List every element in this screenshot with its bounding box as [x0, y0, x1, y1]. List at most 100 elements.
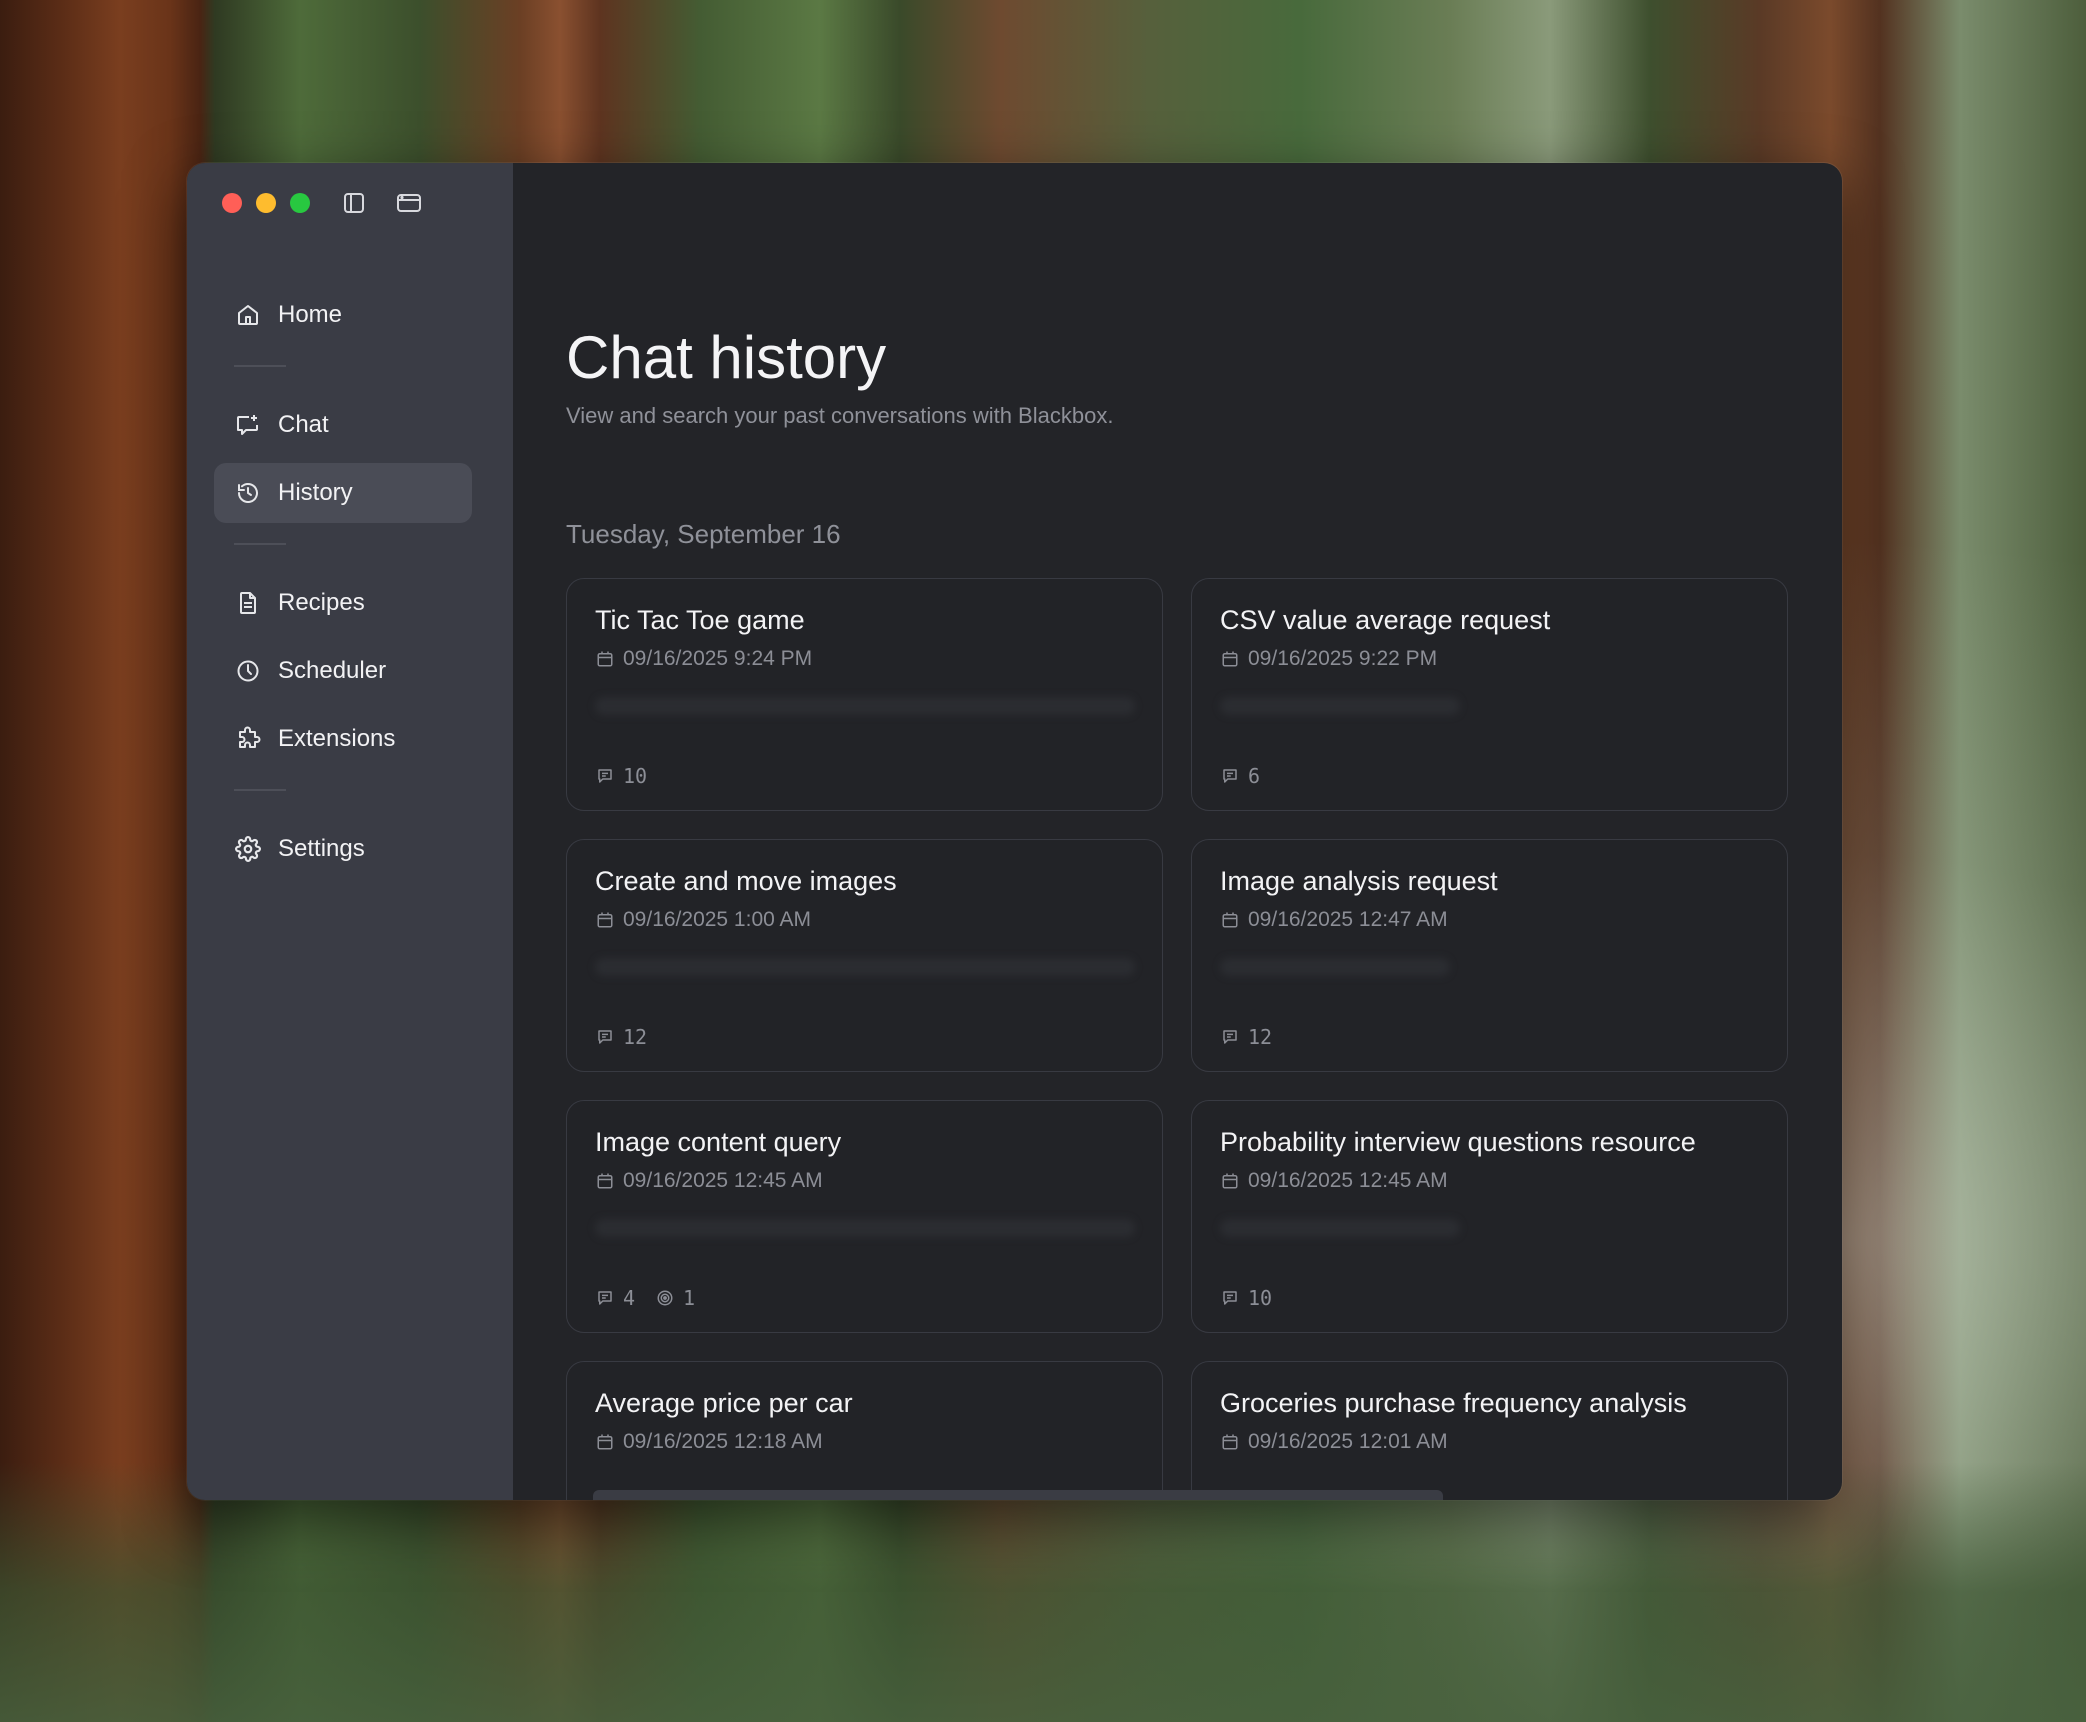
- chat-card-date: 09/16/2025 12:18 AM: [595, 1430, 1134, 1454]
- sidebar-item-label: Home: [278, 301, 343, 328]
- chat-card-preview: [595, 697, 1135, 715]
- sidebar-nav: Home Chat History Recipes Scheduler Exte…: [214, 285, 472, 887]
- chat-card-date: 09/16/2025 12:45 AM: [1220, 1169, 1759, 1193]
- chat-card-meta: 4 1: [595, 1286, 715, 1310]
- tool-count-value: 1: [683, 1286, 696, 1310]
- message-count: 6: [1220, 764, 1260, 788]
- main-content: Chat history View and search your past c…: [513, 163, 1842, 1500]
- chat-card[interactable]: Tic Tac Toe game 09/16/2025 9:24 PM 10: [566, 578, 1163, 811]
- close-window-button[interactable]: [222, 193, 242, 213]
- maximize-window-button[interactable]: [290, 193, 310, 213]
- message-icon: [1220, 766, 1240, 786]
- home-icon: [234, 301, 262, 329]
- sidebar-item-label: Chat: [278, 411, 329, 438]
- chat-card-date: 09/16/2025 12:45 AM: [595, 1169, 1134, 1193]
- chat-card-meta: 12: [1220, 1025, 1292, 1049]
- page-subtitle: View and search your past conversations …: [566, 403, 1114, 428]
- sidebar-item-label: Scheduler: [278, 657, 387, 684]
- horizontal-scrollbar[interactable]: [593, 1490, 1443, 1500]
- puzzle-icon: [234, 725, 262, 753]
- message-count: 12: [595, 1025, 647, 1049]
- chat-card-title: Image content query: [595, 1127, 842, 1157]
- chat-card-preview: [1220, 1219, 1460, 1237]
- message-count-value: 10: [623, 764, 648, 788]
- chat-card-date: 09/16/2025 12:01 AM: [1220, 1430, 1759, 1454]
- sidebar-item-recipes[interactable]: Recipes: [214, 573, 472, 633]
- chat-card[interactable]: Average price per car 09/16/2025 12:18 A…: [566, 1361, 1163, 1500]
- sidebar-divider: [234, 789, 286, 791]
- chat-card[interactable]: Probability interview questions resource…: [1191, 1100, 1788, 1333]
- window-controls: [222, 193, 310, 213]
- target-icon: [655, 1288, 675, 1308]
- calendar-icon: [1220, 1432, 1240, 1452]
- sidebar-item-label: Extensions: [278, 725, 396, 752]
- message-count-value: 4: [623, 1286, 636, 1310]
- sidebar-item-chat[interactable]: Chat: [214, 395, 472, 455]
- message-count: 4: [595, 1286, 635, 1310]
- chat-card-date: 09/16/2025 9:24 PM: [595, 647, 1134, 671]
- chat-card-date-text: 09/16/2025 9:24 PM: [623, 647, 813, 670]
- gear-icon: [234, 835, 262, 863]
- chat-card-grid: Tic Tac Toe game 09/16/2025 9:24 PM 10 C…: [566, 578, 1791, 1500]
- calendar-icon: [595, 1171, 615, 1191]
- calendar-icon: [595, 649, 615, 669]
- sidebar-divider: [234, 365, 286, 367]
- sidebar-item-settings[interactable]: Settings: [214, 819, 472, 879]
- message-icon: [1220, 1027, 1240, 1047]
- sidebar-item-home[interactable]: Home: [214, 285, 472, 345]
- message-count-value: 10: [1248, 1286, 1273, 1310]
- chat-card-title: Average price per car: [595, 1388, 853, 1418]
- history-content: Chat history View and search your past c…: [566, 323, 1791, 1500]
- sidebar-divider: [234, 543, 286, 545]
- chat-card-title: CSV value average request: [1220, 605, 1551, 635]
- chat-card[interactable]: Image analysis request 09/16/2025 12:47 …: [1191, 839, 1788, 1072]
- sidebar-item-label: History: [278, 479, 353, 506]
- message-count: 10: [1220, 1286, 1272, 1310]
- chat-card-meta: 10: [1220, 1286, 1292, 1310]
- window-icon[interactable]: [396, 190, 422, 216]
- minimize-window-button[interactable]: [256, 193, 276, 213]
- clock-icon: [234, 657, 262, 685]
- chat-card-title: Groceries purchase frequency analysis: [1220, 1388, 1687, 1418]
- chat-card-date-text: 09/16/2025 12:45 AM: [623, 1169, 823, 1192]
- page-title: Chat history: [566, 324, 887, 391]
- chat-card-title: Create and move images: [595, 866, 897, 896]
- message-icon: [1220, 1288, 1240, 1308]
- chat-card-title: Probability interview questions resource: [1220, 1127, 1696, 1157]
- sidebar: Home Chat History Recipes Scheduler Exte…: [187, 163, 513, 1500]
- chat-card-preview: [595, 1219, 1135, 1237]
- chat-card-preview: [595, 958, 1135, 976]
- message-icon: [595, 1288, 615, 1308]
- chat-card-preview: [1220, 958, 1450, 976]
- calendar-icon: [595, 1432, 615, 1452]
- message-icon: [595, 1027, 615, 1047]
- chat-card-meta: 6: [1220, 764, 1280, 788]
- chat-card-date-text: 09/16/2025 12:01 AM: [1248, 1430, 1448, 1453]
- sidebar-item-scheduler[interactable]: Scheduler: [214, 641, 472, 701]
- chat-card-date: 09/16/2025 1:00 AM: [595, 908, 1134, 932]
- message-count-value: 6: [1248, 764, 1261, 788]
- chat-card[interactable]: Image content query 09/16/2025 12:45 AM …: [566, 1100, 1163, 1333]
- app-window: Home Chat History Recipes Scheduler Exte…: [187, 163, 1842, 1500]
- chat-card-meta: 12: [595, 1025, 667, 1049]
- date-group-heading: Tuesday, September 16: [566, 519, 841, 549]
- chat-card-date-text: 09/16/2025 9:22 PM: [1248, 647, 1438, 670]
- chat-card-date-text: 09/16/2025 12:47 AM: [1248, 908, 1448, 931]
- chat-card[interactable]: CSV value average request 09/16/2025 9:2…: [1191, 578, 1788, 811]
- chat-card-title: Tic Tac Toe game: [595, 605, 805, 635]
- chat-card[interactable]: Groceries purchase frequency analysis 09…: [1191, 1361, 1788, 1500]
- sidebar-item-extensions[interactable]: Extensions: [214, 709, 472, 769]
- chat-card-date-text: 09/16/2025 12:45 AM: [1248, 1169, 1448, 1192]
- sidebar-item-history[interactable]: History: [214, 463, 472, 523]
- chat-card-meta: 10: [595, 764, 667, 788]
- chat-card[interactable]: Create and move images 09/16/2025 1:00 A…: [566, 839, 1163, 1072]
- toggle-sidebar-icon[interactable]: [341, 190, 367, 216]
- sidebar-item-label: Recipes: [278, 589, 365, 616]
- chat-card-date-text: 09/16/2025 1:00 AM: [623, 908, 811, 931]
- sidebar-item-label: Settings: [278, 835, 365, 862]
- calendar-icon: [1220, 649, 1240, 669]
- chat-card-date: 09/16/2025 9:22 PM: [1220, 647, 1759, 671]
- document-icon: [234, 589, 262, 617]
- calendar-icon: [595, 910, 615, 930]
- chat-icon: [234, 411, 262, 439]
